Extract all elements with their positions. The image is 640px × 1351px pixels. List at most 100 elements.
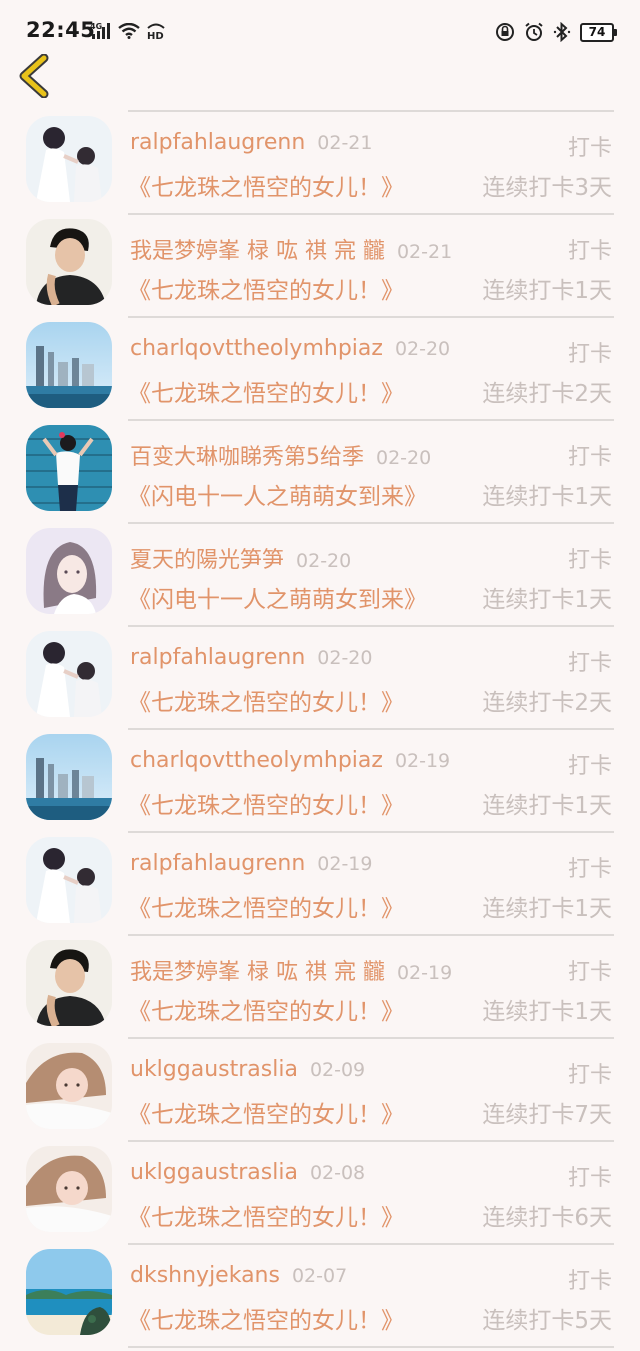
checkin-date: 02-20	[317, 647, 373, 669]
checkin-label: 打卡	[567, 1063, 612, 1088]
user-name-text: charlqovttheolymhpiaz	[130, 336, 383, 361]
user-name: charlqovttheolymhpiaz 02-19	[130, 748, 450, 773]
book-title[interactable]: 《七龙珠之悟空的女儿！》	[128, 374, 404, 408]
book-title[interactable]: 《七龙珠之悟空的女儿！》	[128, 168, 404, 202]
book-title[interactable]: 《闪电十一人之萌萌女到来》	[128, 580, 427, 614]
streak-text: 连续打卡1天	[482, 793, 612, 819]
list-item[interactable]: uklggaustraslia 02-08 打卡 《七龙珠之悟空的女儿！》 连续打…	[0, 1130, 640, 1245]
checkin-label: 打卡	[567, 1166, 612, 1191]
anime-girl-avatar	[26, 528, 112, 614]
back-chevron-icon	[19, 53, 49, 99]
couple-avatar	[26, 837, 112, 923]
hd-voice-icon: HD	[147, 23, 165, 40]
list-item[interactable]: charlqovttheolymhpiaz 02-19 打卡 《七龙珠之悟空的女儿…	[0, 718, 640, 833]
user-name-text: 我是梦婷峯 椂 吰 祺 宺 龖	[130, 239, 385, 264]
checkin-date: 02-20	[394, 338, 451, 360]
book-title[interactable]: 《七龙珠之悟空的女儿！》	[128, 786, 404, 820]
checkin-date: 02-20	[296, 550, 352, 572]
list-item[interactable]: 我是梦婷峯 椂 吰 祺 宺 龖 02-21 打卡 《七龙珠之悟空的女儿！》 连续打…	[0, 203, 640, 318]
streak-text: 连续打卡1天	[482, 278, 612, 304]
man-avatar	[26, 219, 112, 305]
user-name-text: ralpfahlaugrenn	[130, 851, 306, 876]
user-name: uklggaustraslia 02-08	[130, 1160, 365, 1185]
book-title[interactable]: 《七龙珠之悟空的女儿！》	[128, 889, 404, 923]
user-name: ralpfahlaugrenn 02-21	[130, 130, 372, 155]
user-name-text: ralpfahlaugrenn	[130, 130, 306, 155]
book-title[interactable]: 《闪电十一人之萌萌女到来》	[128, 477, 427, 511]
svg-text:HD: HD	[147, 31, 164, 40]
checkin-date: 02-08	[309, 1162, 366, 1184]
couple-avatar	[26, 631, 112, 717]
user-name: ralpfahlaugrenn 02-20	[130, 645, 372, 670]
checkin-date: 02-20	[376, 447, 432, 469]
user-name-text: 百变大琳咖睇秀第5给季	[130, 445, 364, 470]
book-title[interactable]: 《七龙珠之悟空的女儿！》	[128, 992, 404, 1026]
checkin-label: 打卡	[567, 136, 612, 161]
book-title[interactable]: 《七龙珠之悟空的女儿！》	[128, 1198, 404, 1232]
user-name: dkshnyjekans 02-07	[130, 1263, 347, 1288]
user-name: 夏天的陽光笋笋 02-20	[130, 542, 351, 574]
status-right-icons: 74	[495, 22, 617, 42]
checkin-label: 打卡	[567, 239, 612, 264]
woman-avatar	[26, 1146, 112, 1232]
list-item[interactable]: charlqovttheolymhpiaz 02-20 打卡 《七龙珠之悟空的女儿…	[0, 306, 640, 421]
checkin-date: 02-09	[309, 1059, 366, 1081]
checkin-label: 打卡	[567, 754, 612, 779]
user-name-text: charlqovttheolymhpiaz	[130, 748, 383, 773]
user-name: ralpfahlaugrenn 02-19	[130, 851, 372, 876]
user-name-text: ralpfahlaugrenn	[130, 645, 306, 670]
woman-avatar	[26, 1043, 112, 1129]
status-time: 22:45	[26, 18, 96, 42]
streak-text: 连续打卡2天	[482, 381, 612, 407]
checkin-date: 02-07	[291, 1265, 348, 1287]
checkin-label: 打卡	[567, 960, 612, 985]
list-item[interactable]: 我是梦婷峯 椂 吰 祺 宺 龖 02-19 打卡 《七龙珠之悟空的女儿！》 连续打…	[0, 924, 640, 1039]
checkin-date: 02-21	[317, 132, 373, 154]
book-title[interactable]: 《七龙珠之悟空的女儿！》	[128, 271, 404, 305]
checkin-date: 02-19	[396, 962, 453, 984]
list-item[interactable]: 百变大琳咖睇秀第5给季 02-20 打卡 《闪电十一人之萌萌女到来》 连续打卡1天	[0, 409, 640, 524]
book-title[interactable]: 《七龙珠之悟空的女儿！》	[128, 1301, 404, 1335]
nav-bar	[0, 50, 640, 100]
cellular-signal-icon: 4G	[90, 22, 110, 39]
book-title[interactable]: 《七龙珠之悟空的女儿！》	[128, 1095, 404, 1129]
list-item[interactable]: ralpfahlaugrenn 02-20 打卡 《七龙珠之悟空的女儿！》 连续打…	[0, 615, 640, 730]
streak-text: 连续打卡3天	[482, 175, 612, 201]
checkin-label: 打卡	[567, 445, 612, 470]
streak-text: 连续打卡1天	[482, 896, 612, 922]
city-avatar	[26, 322, 112, 408]
user-name: uklggaustraslia 02-09	[130, 1057, 365, 1082]
user-name: charlqovttheolymhpiaz 02-20	[130, 336, 450, 361]
battery-icon: 74	[580, 22, 617, 42]
girl-blue-avatar	[26, 425, 112, 511]
book-title[interactable]: 《七龙珠之悟空的女儿！》	[128, 683, 404, 717]
list-item[interactable]: dkshnyjekans 02-07 打卡 《七龙珠之悟空的女儿！》 连续打卡5天	[0, 1233, 640, 1348]
alarm-clock-icon	[525, 22, 543, 41]
svg-text:4G: 4G	[90, 22, 102, 31]
wifi-icon	[118, 23, 140, 39]
user-name-text: 我是梦婷峯 椂 吰 祺 宺 龖	[130, 960, 385, 985]
checkin-label: 打卡	[567, 342, 612, 367]
user-name-text: uklggaustraslia	[130, 1057, 298, 1082]
city-avatar	[26, 734, 112, 820]
checkin-date: 02-19	[317, 853, 373, 875]
streak-text: 连续打卡1天	[482, 999, 612, 1025]
user-name-text: 夏天的陽光笋笋	[130, 548, 285, 573]
streak-text: 连续打卡1天	[482, 587, 612, 613]
streak-text: 连续打卡7天	[482, 1102, 612, 1128]
checkin-label: 打卡	[567, 548, 612, 573]
checkin-date: 02-19	[394, 750, 451, 772]
checkin-list[interactable]: ralpfahlaugrenn 02-21 打卡 《七龙珠之悟空的女儿！》 连续打…	[0, 100, 640, 1351]
list-item[interactable]: 夏天的陽光笋笋 02-20 打卡 《闪电十一人之萌萌女到来》 连续打卡1天	[0, 512, 640, 627]
checkin-label: 打卡	[567, 1269, 612, 1294]
list-item[interactable]: ralpfahlaugrenn 02-21 打卡 《七龙珠之悟空的女儿！》 连续打…	[0, 100, 640, 215]
list-item[interactable]: ralpfahlaugrenn 02-19 打卡 《七龙珠之悟空的女儿！》 连续打…	[0, 821, 640, 936]
signal-group: 4G HD	[90, 22, 166, 40]
streak-text: 连续打卡1天	[482, 484, 612, 510]
list-item[interactable]: uklggaustraslia 02-09 打卡 《七龙珠之悟空的女儿！》 连续打…	[0, 1027, 640, 1142]
couple-avatar	[26, 116, 112, 202]
back-button[interactable]	[16, 53, 52, 99]
user-name: 我是梦婷峯 椂 吰 祺 宺 龖 02-21	[130, 233, 452, 265]
streak-text: 连续打卡5天	[482, 1308, 612, 1334]
man-avatar	[26, 940, 112, 1026]
